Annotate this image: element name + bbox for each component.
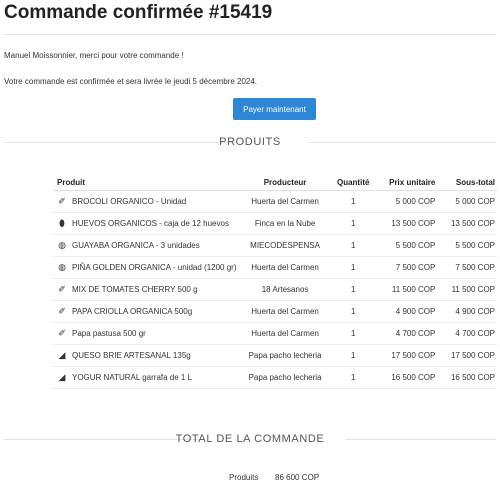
quantity-cell: 1 xyxy=(331,344,375,367)
product-row: ◍ GUAYABA ORGANICA - 3 unidades MIECODESPE… xyxy=(53,234,497,257)
product-name: YOGUR NATURAL garrafa de 1 L xyxy=(72,373,193,382)
product-name: BROCOLI ORGANICO - Unidad xyxy=(72,197,187,206)
subtotal-cell: 4 700 COP xyxy=(437,322,497,345)
product-cell: ✐ BROCOLI ORGANICO - Unidad xyxy=(53,190,239,213)
unit-price-cell: 4 700 COP xyxy=(374,322,438,345)
producer-cell: 18 Artesanos xyxy=(238,278,332,301)
column-header-producer: Producteur xyxy=(238,175,332,191)
subtotal-cell: 5 000 COP xyxy=(437,190,497,213)
quantity-cell: 1 xyxy=(331,190,375,213)
product-name: Papa pastusa 500 gr xyxy=(72,329,146,338)
unit-price-cell: 16 500 COP xyxy=(374,366,438,389)
product-row: ◢ YOGUR NATURAL garrafa de 1 L Papa pacho … xyxy=(53,366,497,389)
producer-cell: Finca en la Nube xyxy=(238,212,332,235)
unit-price-cell: 5 500 COP xyxy=(374,234,438,257)
product-row: ✐ Papa pastusa 500 gr Huerta del Carmen 1 4 … xyxy=(53,322,497,345)
product-cell: ✐ Papa pastusa 500 gr xyxy=(53,322,239,345)
product-name: HUEVOS ORGANICOS - caja de 12 huevos xyxy=(72,219,229,228)
subtotal-cell: 16 500 COP xyxy=(437,366,497,389)
producer-cell: Huerta del Carmen xyxy=(238,190,332,213)
subtotal-cell: 5 500 COP xyxy=(437,234,497,257)
product-row: ◍ PIÑA GOLDEN ORGANICA - unidad (1200 gr)… xyxy=(53,256,497,279)
unit-price-cell: 11 500 COP xyxy=(374,278,438,301)
column-header-unit-price: Prix unitaire xyxy=(374,175,438,191)
column-header-subtotal: Sous-total xyxy=(437,175,497,191)
products-divider-right xyxy=(308,142,496,143)
product-row: ✐ BROCOLI ORGANICO - Unidad Huerta del Car… xyxy=(53,190,497,213)
subtotal-cell: 7 500 COP xyxy=(437,256,497,279)
product-name: GUAYABA ORGANICA - 3 unidades xyxy=(72,241,200,250)
product-row: ⬮ HUEVOS ORGANICOS - caja de 12 huevos Fin… xyxy=(53,212,497,235)
product-cell: ⬮ HUEVOS ORGANICOS - caja de 12 huevos xyxy=(53,212,239,235)
quantity-cell: 1 xyxy=(331,366,375,389)
product-row: ◢ QUESO BRIE ARTESANAL 135g Papa pacho lec… xyxy=(53,344,497,367)
subtotal-cell: 13 500 COP xyxy=(437,212,497,235)
product-cell: ✐ PAPA CRIOLLA ORGANICA 500g xyxy=(53,300,239,323)
fruit-icon: ◍ xyxy=(58,262,66,272)
title-divider xyxy=(4,34,496,35)
product-row: ✐ PAPA CRIOLLA ORGANICA 500g Huerta del Ca… xyxy=(53,300,497,323)
unit-price-cell: 5 000 COP xyxy=(374,190,438,213)
carrot-icon: ✐ xyxy=(58,328,66,338)
producer-cell: Huerta del Carmen xyxy=(238,300,332,323)
fruit-icon: ◍ xyxy=(58,240,66,250)
subtotal-cell: 11 500 COP xyxy=(437,278,497,301)
producer-cell: Huerta del Carmen xyxy=(238,322,332,345)
products-table: Produit Producteur Quantité Prix unitair… xyxy=(53,175,497,389)
product-cell: ✐ MIX DE TOMATES CHERRY 500 g xyxy=(53,278,239,301)
total-products-value: 86 600 COP xyxy=(275,473,320,482)
carrot-icon: ✐ xyxy=(58,284,66,294)
quantity-cell: 1 xyxy=(331,234,375,257)
product-cell: ◍ PIÑA GOLDEN ORGANICA - unidad (1200 gr) xyxy=(53,256,239,279)
pay-now-button[interactable]: Payer maintenant xyxy=(233,98,316,120)
product-cell: ◢ YOGUR NATURAL garrafa de 1 L xyxy=(53,366,239,389)
product-name: MIX DE TOMATES CHERRY 500 g xyxy=(72,285,198,294)
quantity-cell: 1 xyxy=(331,212,375,235)
product-cell: ◍ GUAYABA ORGANICA - 3 unidades xyxy=(53,234,239,257)
product-name: QUESO BRIE ARTESANAL 135g xyxy=(72,351,191,360)
unit-price-cell: 13 500 COP xyxy=(374,212,438,235)
producer-cell: MIECODESPENSA xyxy=(238,234,332,257)
carrot-icon: ✐ xyxy=(58,196,66,206)
products-table-header: Produit Producteur Quantité Prix unitair… xyxy=(53,175,497,191)
product-cell: ◢ QUESO BRIE ARTESANAL 135g xyxy=(53,344,239,367)
greeting-message: Manuel Moissonnier, merci pour votre com… xyxy=(4,51,184,60)
total-products-label: Produits xyxy=(229,473,259,482)
subtotal-cell: 4 900 COP xyxy=(437,300,497,323)
unit-price-cell: 7 500 COP xyxy=(374,256,438,279)
producer-cell: Papa pacho lecheria xyxy=(238,344,332,367)
egg-icon: ⬮ xyxy=(59,218,65,228)
unit-price-cell: 17 500 COP xyxy=(374,344,438,367)
page-title: Commande confirmée #15419 xyxy=(4,2,273,23)
producer-cell: Huerta del Carmen xyxy=(238,256,332,279)
product-name: PAPA CRIOLLA ORGANICA 500g xyxy=(72,307,193,316)
total-divider-right xyxy=(345,439,496,440)
unit-price-cell: 4 900 COP xyxy=(374,300,438,323)
producer-cell: Papa pacho lecheria xyxy=(238,366,332,389)
quantity-cell: 1 xyxy=(331,322,375,345)
cheese-icon: ◢ xyxy=(58,372,66,382)
carrot-icon: ✐ xyxy=(58,306,66,316)
confirmation-message: Votre commande est confirmée et sera liv… xyxy=(4,77,258,86)
quantity-cell: 1 xyxy=(331,256,375,279)
cheese-icon: ◢ xyxy=(58,350,66,360)
quantity-cell: 1 xyxy=(331,278,375,301)
column-header-product: Produit xyxy=(53,175,239,191)
quantity-cell: 1 xyxy=(331,300,375,323)
column-header-quantity: Quantité xyxy=(331,175,375,191)
subtotal-cell: 17 500 COP xyxy=(437,344,497,367)
product-row: ✐ MIX DE TOMATES CHERRY 500 g 18 Artesanos… xyxy=(53,278,497,301)
product-name: PIÑA GOLDEN ORGANICA - unidad (1200 gr) xyxy=(72,263,237,272)
